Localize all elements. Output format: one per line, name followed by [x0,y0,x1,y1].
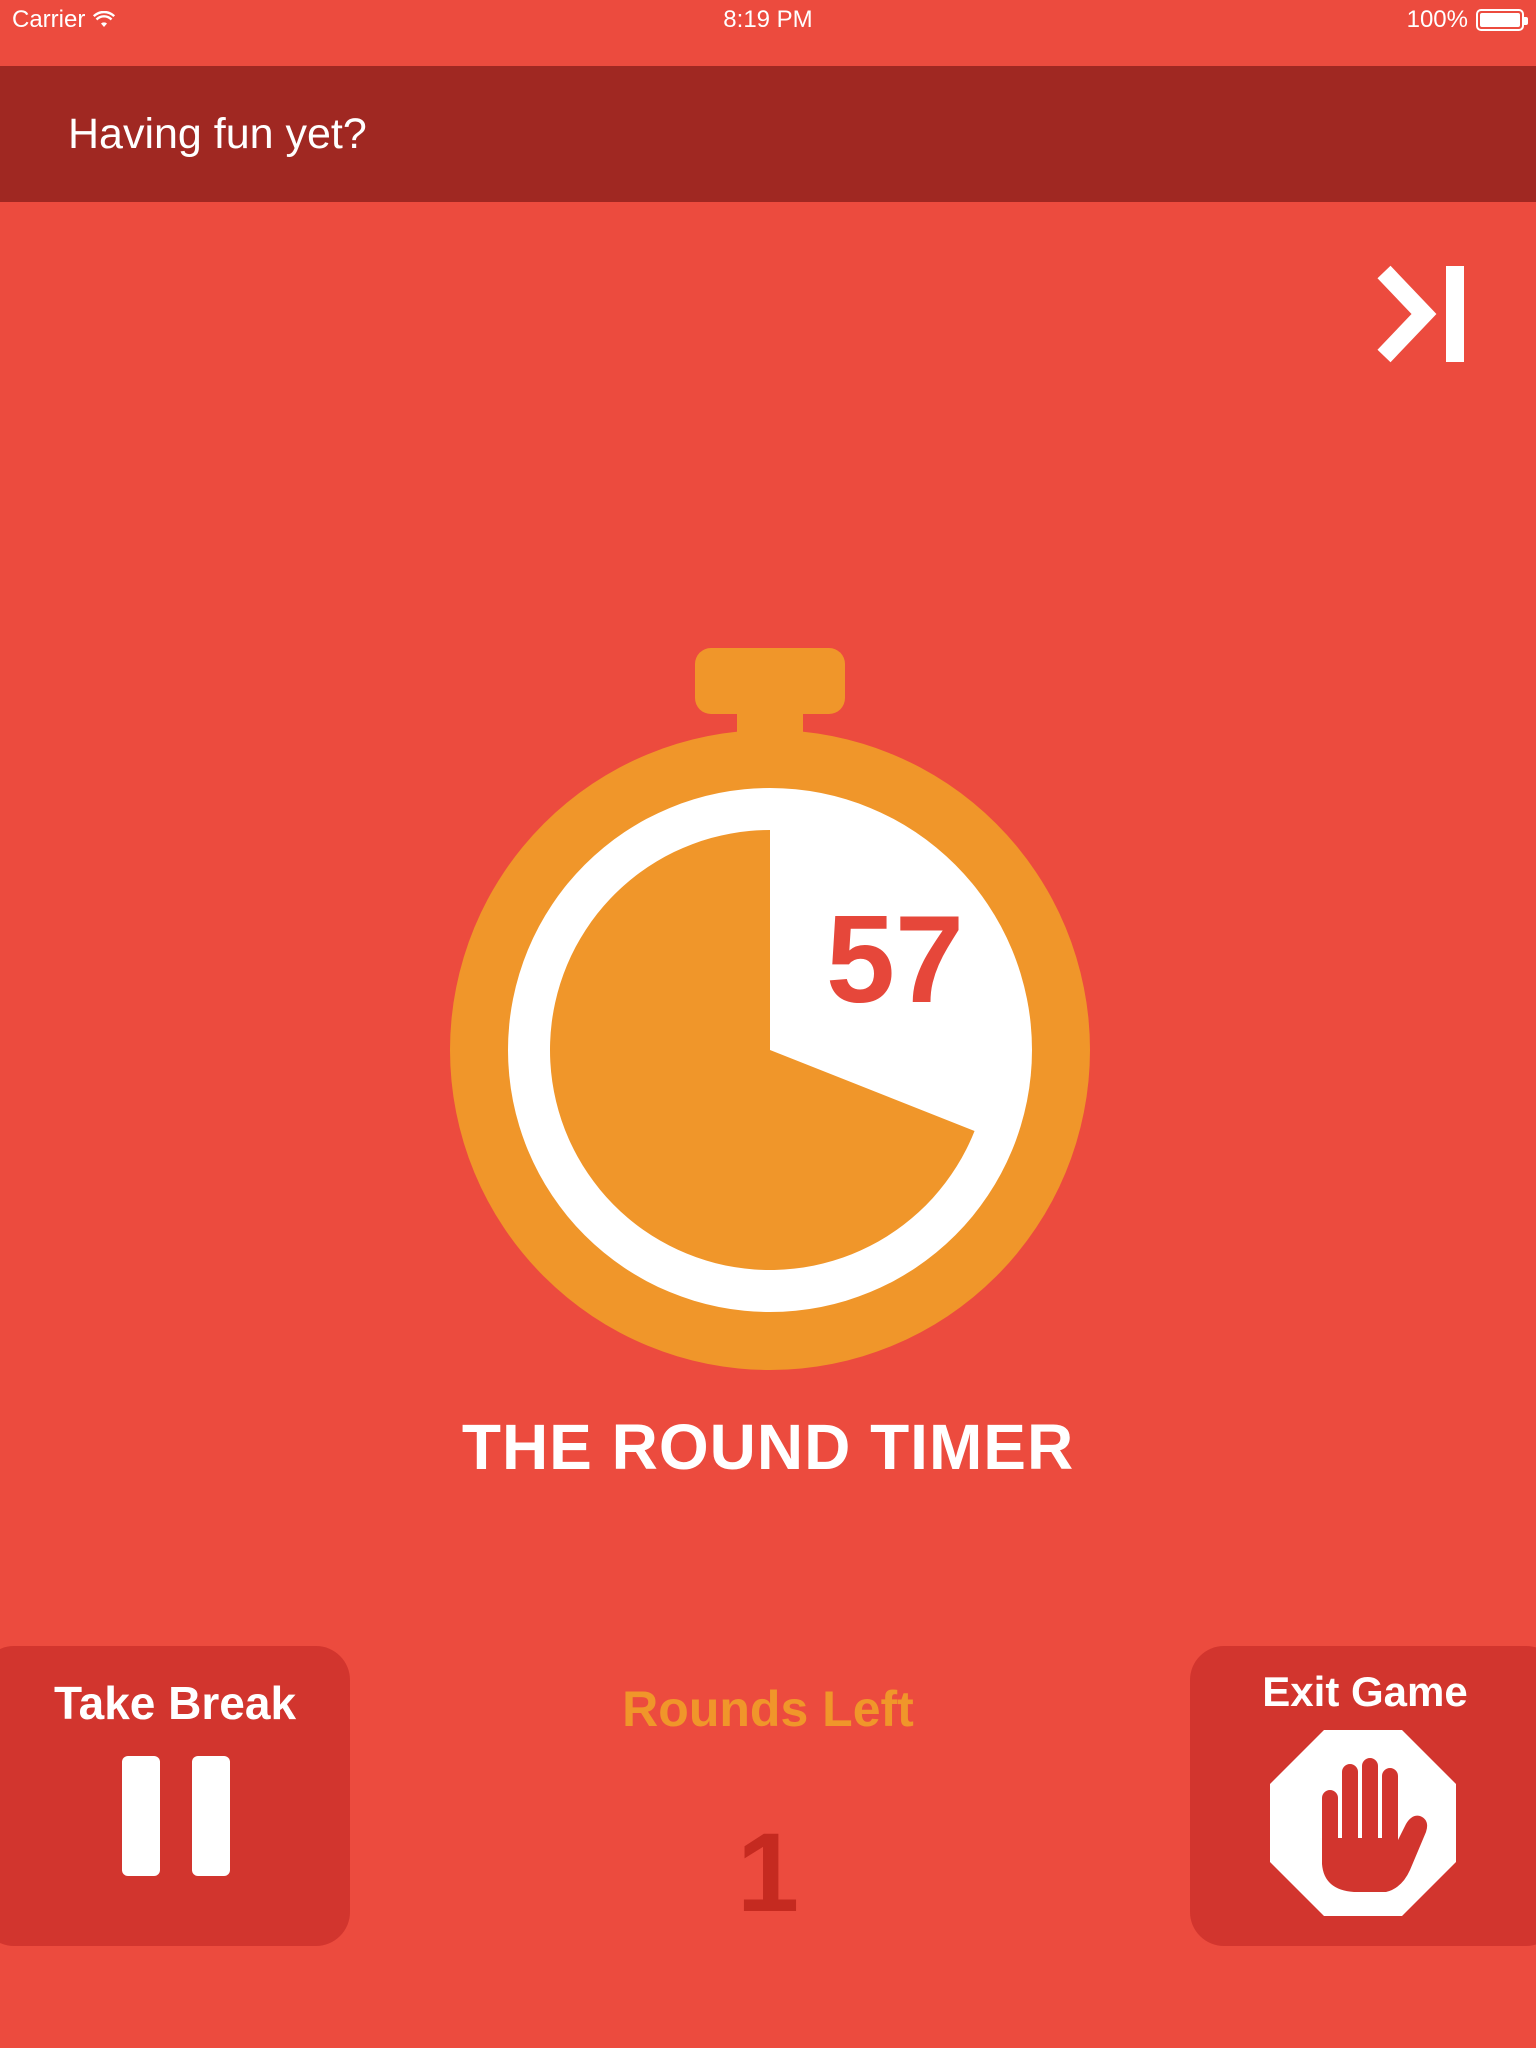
round-timer-stopwatch: 57 [440,640,1100,1380]
battery-icon [1476,9,1528,31]
status-bar: Carrier 8:19 PM 100% [0,0,1536,40]
stop-hand-icon [1270,1730,1456,1916]
battery-percent: 100% [1406,6,1468,33]
skip-button[interactable] [1376,262,1470,366]
exit-game-button[interactable]: Exit Game [1190,1646,1536,1946]
status-battery-group: 100% [1406,6,1528,34]
timer-seconds: 57 [826,891,964,1029]
skip-forward-icon [1377,265,1464,363]
timer-title: THE ROUND TIMER [461,1411,1075,1483]
status-time: 8:19 PM [723,6,813,33]
header-bar: Having fun yet? [0,66,1536,202]
exit-game-label: Exit Game [1262,1668,1468,1715]
header-title: Having fun yet? [68,110,367,158]
